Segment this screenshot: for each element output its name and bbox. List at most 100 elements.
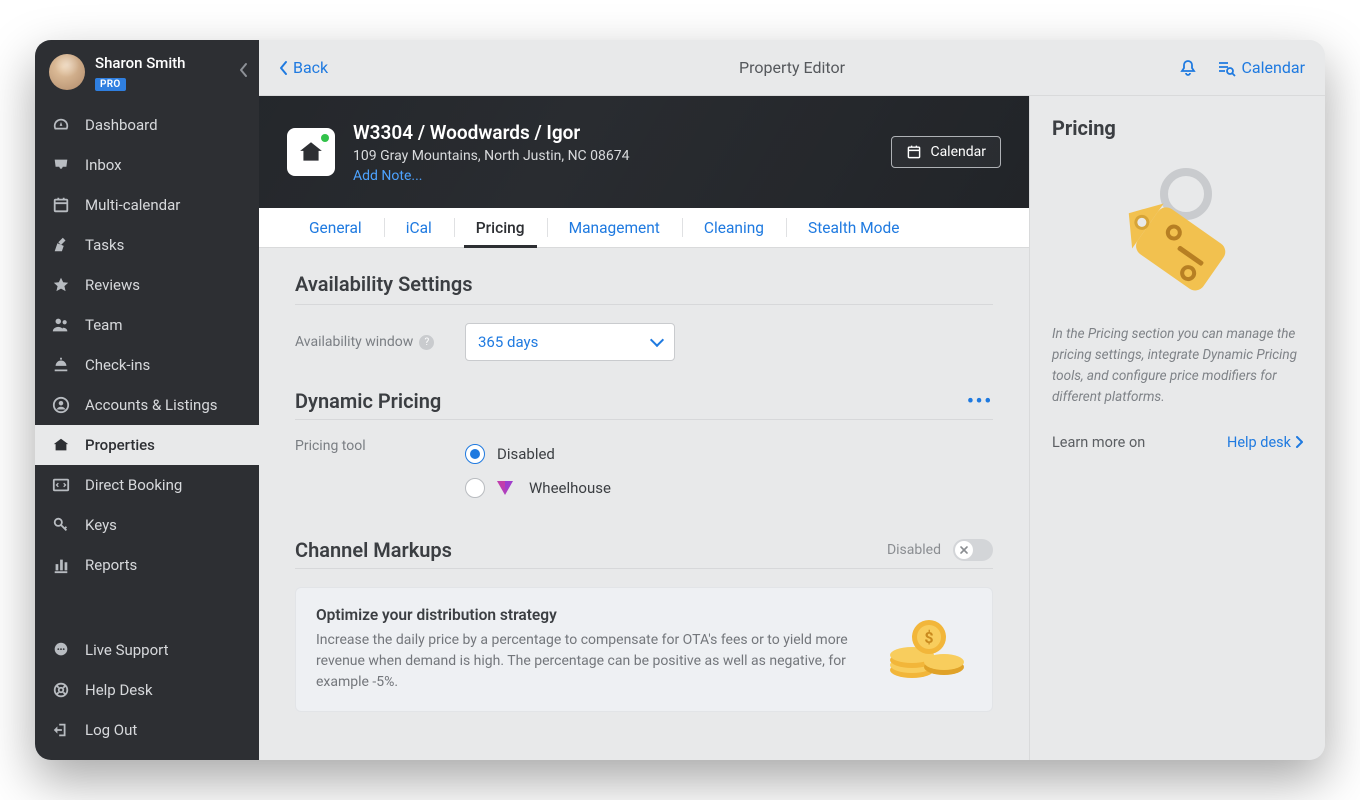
link-text: Help desk: [1227, 434, 1291, 451]
help-icon[interactable]: ?: [419, 335, 434, 350]
tab-label: Pricing: [476, 219, 525, 237]
property-icon: [287, 128, 335, 176]
tab-management[interactable]: Management: [547, 208, 682, 247]
svg-text:$: $: [924, 628, 933, 647]
sidebar-item-label: Reviews: [85, 276, 140, 294]
calendar-icon: [906, 144, 922, 160]
tab-pricing[interactable]: Pricing: [454, 208, 547, 247]
sidebar-item-dashboard[interactable]: Dashboard: [35, 105, 259, 145]
right-panel-heading: Pricing: [1052, 116, 1303, 140]
chevron-left-icon: [279, 60, 289, 76]
more-menu-button[interactable]: •••: [967, 391, 993, 412]
tab-label: iCal: [406, 219, 432, 237]
sidebar-item-logout[interactable]: Log Out: [35, 710, 259, 750]
availability-heading: Availability Settings: [295, 272, 993, 296]
back-button[interactable]: Back: [279, 58, 328, 77]
calendar-label: Calendar: [1242, 58, 1305, 77]
key-icon: [51, 515, 71, 535]
sidebar-item-label: Inbox: [85, 156, 122, 174]
sidebar-item-label: Check-ins: [85, 356, 150, 374]
bar-chart-icon: [51, 555, 71, 575]
tab-label: Cleaning: [704, 219, 764, 237]
main-nav: Dashboard Inbox Multi-calendar Tasks Rev…: [35, 105, 259, 585]
collapse-sidebar-button[interactable]: [239, 62, 249, 78]
gauge-icon: [51, 115, 71, 135]
sidebar-item-accounts[interactable]: Accounts & Listings: [35, 385, 259, 425]
property-title: W3304 / Woodwards / Igor: [353, 121, 629, 144]
tab-stealth[interactable]: Stealth Mode: [786, 208, 921, 247]
lifebuoy-icon: [51, 680, 71, 700]
label-text: Availability window: [295, 334, 413, 350]
pricing-tool-radio-disabled[interactable]: [465, 444, 485, 464]
notifications-button[interactable]: [1178, 58, 1198, 78]
tab-label: General: [309, 219, 362, 237]
back-label: Back: [293, 58, 328, 77]
sidebar-item-tasks[interactable]: Tasks: [35, 225, 259, 265]
inbox-icon: [51, 155, 71, 175]
divider: [295, 304, 993, 305]
tab-ical[interactable]: iCal: [384, 208, 454, 247]
tab-label: Stealth Mode: [808, 219, 899, 237]
help-desk-link[interactable]: Help desk: [1227, 434, 1303, 451]
channel-markups-toggle[interactable]: [953, 539, 993, 561]
chat-icon: [51, 640, 71, 660]
avatar[interactable]: [49, 54, 85, 90]
code-box-icon: [51, 475, 71, 495]
tab-general[interactable]: General: [287, 208, 384, 247]
chevron-right-icon: [1295, 436, 1303, 448]
sidebar-item-label: Help Desk: [85, 681, 153, 699]
divider: [295, 419, 993, 420]
tab-cleaning[interactable]: Cleaning: [682, 208, 786, 247]
sidebar-item-properties[interactable]: Properties: [35, 425, 259, 465]
property-calendar-button[interactable]: Calendar: [891, 136, 1001, 168]
chevron-left-icon: [239, 62, 249, 78]
dynamic-pricing-heading: Dynamic Pricing: [295, 389, 441, 413]
logout-icon: [51, 720, 71, 740]
sidebar-item-livesupport[interactable]: Live Support: [35, 630, 259, 670]
calendar-button-label: Calendar: [930, 144, 986, 160]
sidebar-item-label: Team: [85, 316, 123, 334]
sidebar-item-label: Log Out: [85, 721, 137, 739]
add-note-link[interactable]: Add Note...: [353, 168, 629, 184]
user-name: Sharon Smith: [95, 54, 186, 72]
sidebar-item-label: Dashboard: [85, 116, 158, 134]
pricing-tool-radio-wheelhouse[interactable]: [465, 478, 485, 498]
sidebar-item-reports[interactable]: Reports: [35, 545, 259, 585]
calendar-search-button[interactable]: Calendar: [1216, 58, 1305, 78]
star-icon: [51, 275, 71, 295]
pricing-tag-illustration-icon: [1052, 164, 1303, 304]
team-icon: [51, 315, 71, 335]
property-tabs: General iCal Pricing Management Cleaning…: [259, 208, 1029, 248]
learn-more-label: Learn more on: [1052, 434, 1145, 451]
sidebar-item-multicalendar[interactable]: Multi-calendar: [35, 185, 259, 225]
info-card-body: Increase the daily price by a percentage…: [316, 630, 872, 693]
sidebar-item-label: Reports: [85, 556, 137, 574]
coins-illustration-icon: $: [884, 615, 974, 685]
tab-label: Management: [569, 219, 660, 237]
sidebar-item-inbox[interactable]: Inbox: [35, 145, 259, 185]
property-address: 109 Gray Mountains, North Justin, NC 086…: [353, 148, 629, 164]
sidebar-item-directbooking[interactable]: Direct Booking: [35, 465, 259, 505]
sidebar-item-helpdesk[interactable]: Help Desk: [35, 670, 259, 710]
topbar: Back Property Editor Calendar: [259, 40, 1325, 96]
availability-window-label: Availability window ?: [295, 334, 445, 350]
availability-window-select[interactable]: 365 days: [465, 323, 675, 361]
pricing-tool-label: Pricing tool: [295, 438, 445, 454]
close-icon: [959, 545, 969, 555]
sidebar-item-label: Multi-calendar: [85, 196, 180, 214]
bell-icon: [1178, 58, 1198, 78]
sidebar-item-reviews[interactable]: Reviews: [35, 265, 259, 305]
sidebar-item-checkins[interactable]: Check-ins: [35, 345, 259, 385]
wheelhouse-logo-icon: [497, 481, 513, 495]
property-hero: W3304 / Woodwards / Igor 109 Gray Mounta…: [259, 96, 1029, 208]
sidebar-item-label: Tasks: [85, 236, 124, 254]
sidebar-item-keys[interactable]: Keys: [35, 505, 259, 545]
select-value: 365 days: [478, 333, 538, 351]
sidebar-item-label: Live Support: [85, 641, 169, 659]
channel-markups-state: Disabled: [887, 542, 941, 558]
sidebar-item-team[interactable]: Team: [35, 305, 259, 345]
list-search-icon: [1216, 58, 1236, 78]
sidebar: Sharon Smith PRO Dashboard Inbox Multi-c…: [35, 40, 259, 760]
sidebar-item-label: Accounts & Listings: [85, 396, 218, 414]
sidebar-item-label: Keys: [85, 516, 117, 534]
